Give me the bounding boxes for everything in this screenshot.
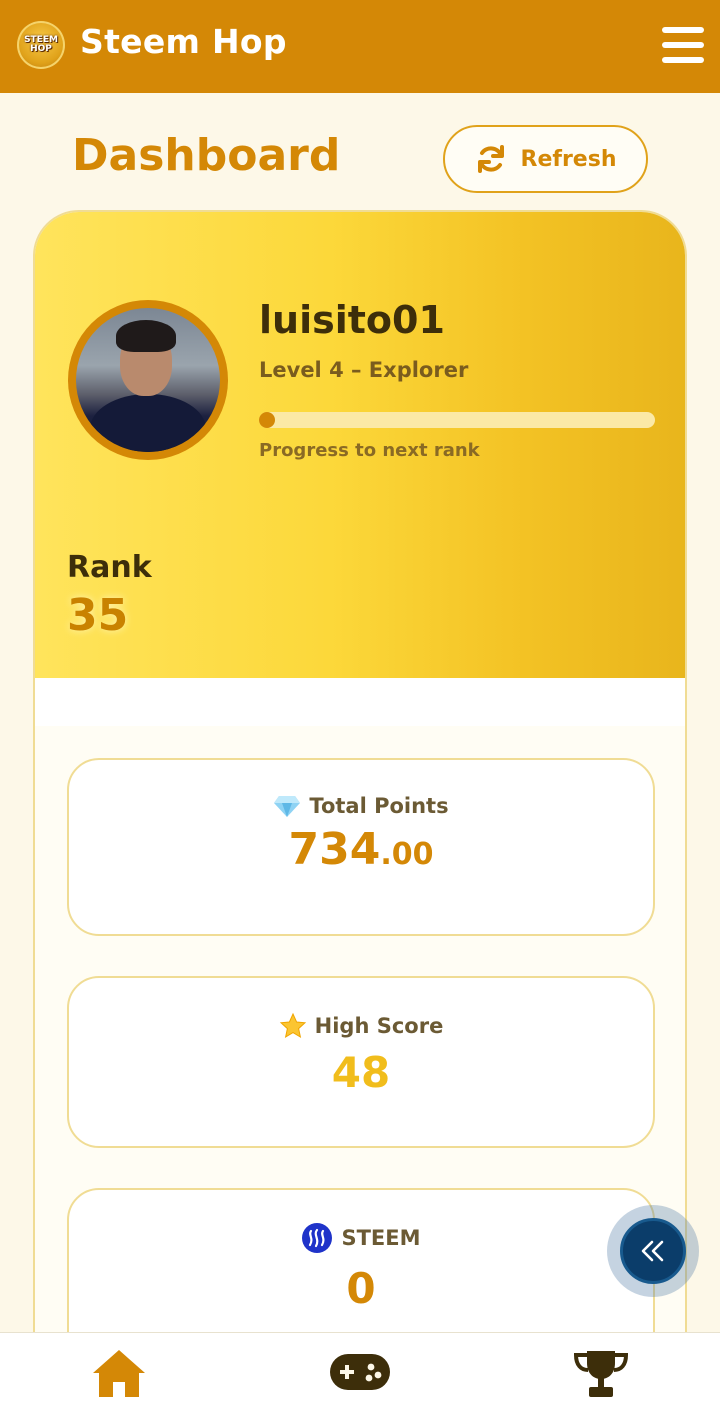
- bottom-nav: [0, 1332, 720, 1412]
- page-title: Dashboard: [72, 130, 341, 181]
- total-points-value: 734.00: [69, 824, 653, 875]
- total-points-card: Total Points 734.00: [67, 758, 655, 936]
- rank-progress-fill: [259, 412, 275, 428]
- progress-note: Progress to next rank: [259, 440, 480, 461]
- nav-item-leaderboard[interactable]: [572, 1349, 630, 1403]
- steem-label: STEEM: [341, 1226, 421, 1250]
- rank-value: 35: [67, 590, 129, 641]
- nav-item-game[interactable]: [329, 1351, 391, 1397]
- total-points-decimal: .00: [380, 837, 434, 872]
- profile-card: luisito01 Level 4 – Explorer Progress to…: [33, 210, 687, 1412]
- avatar[interactable]: [68, 300, 228, 460]
- steem-header: STEEM: [69, 1222, 653, 1254]
- high-score-label: High Score: [314, 1014, 444, 1038]
- level-text: Level 4 – Explorer: [259, 358, 469, 382]
- high-score-card: High Score 48: [67, 976, 655, 1148]
- steem-icon: [302, 1223, 333, 1253]
- refresh-label: Refresh: [520, 146, 617, 172]
- star-icon: [279, 1012, 306, 1039]
- refresh-button[interactable]: Refresh: [443, 125, 648, 193]
- gamepad-icon: [330, 1354, 390, 1390]
- high-score-value: 48: [331, 1048, 391, 1097]
- refresh-icon: [477, 145, 504, 173]
- home-icon: [93, 1350, 145, 1397]
- double-chevron-left-icon: [641, 1240, 664, 1262]
- hero-divider: [35, 678, 685, 726]
- fab-inner: [620, 1218, 686, 1284]
- steem-hop-logo[interactable]: STEEM HOP: [17, 21, 65, 69]
- app-title: Steem Hop: [80, 22, 287, 61]
- profile-hero: luisito01 Level 4 – Explorer Progress to…: [35, 212, 685, 678]
- avatar-photo: [76, 308, 220, 452]
- nav-item-home[interactable]: [90, 1347, 148, 1403]
- hamburger-menu-icon[interactable]: [660, 25, 706, 65]
- rank-progress-bar: [259, 412, 655, 428]
- collapse-panel-button[interactable]: [607, 1205, 699, 1297]
- username: luisito01: [259, 298, 445, 342]
- steem-value: 0: [346, 1264, 376, 1313]
- total-points-header: Total Points: [69, 794, 653, 818]
- total-points-int: 734: [288, 824, 381, 875]
- rank-label: Rank: [67, 550, 152, 585]
- high-score-header: High Score: [69, 1012, 653, 1040]
- total-points-label: Total Points: [309, 794, 449, 818]
- top-bar: STEEM HOP Steem Hop: [0, 0, 720, 93]
- diamond-icon: [274, 796, 301, 817]
- logo-text: STEEM HOP: [24, 35, 58, 54]
- trophy-icon: [573, 1351, 629, 1397]
